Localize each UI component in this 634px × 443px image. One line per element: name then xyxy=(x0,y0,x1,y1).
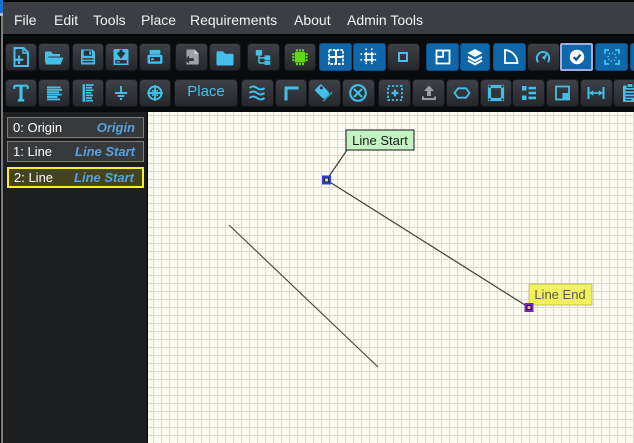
svg-text:Line Start: Line Start xyxy=(352,133,408,148)
svg-text:Line End: Line End xyxy=(534,287,585,302)
